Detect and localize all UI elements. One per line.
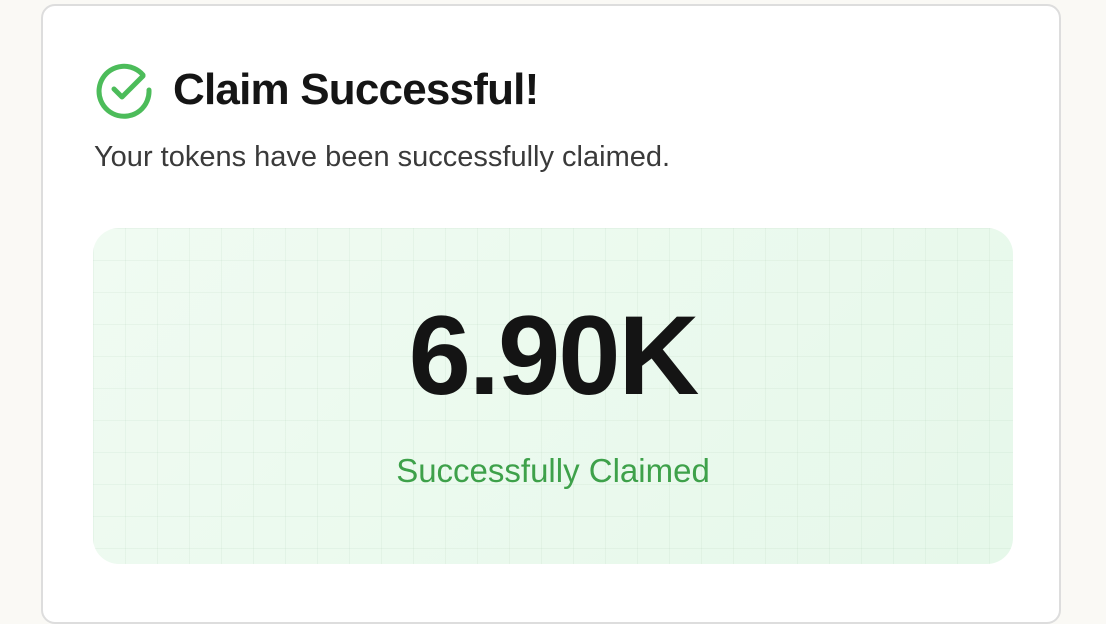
claimed-amount-panel: 6.90K Successfully Claimed [93,228,1013,564]
title-row: Claim Successful! [95,58,539,122]
check-circle-icon [96,63,152,119]
success-message: Your tokens have been successfully claim… [94,141,671,173]
claim-status-label: Successfully Claimed [396,452,710,489]
page-title: Claim Successful! [173,65,539,114]
claimed-amount: 6.90K [408,293,700,418]
claim-success-card: Claim Successful! Your tokens have been … [41,4,1061,624]
